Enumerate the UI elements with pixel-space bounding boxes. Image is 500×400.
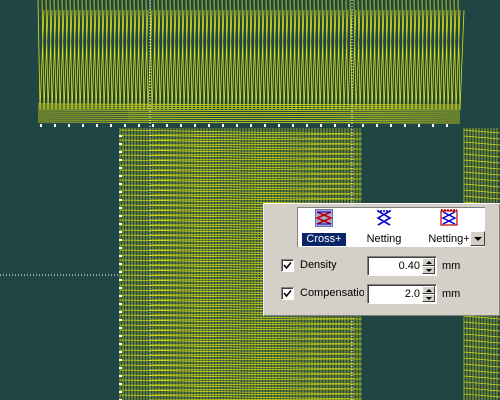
stitch-pattern <box>0 0 500 400</box>
stitch-node-mark <box>404 124 406 127</box>
stitch-node-mark <box>236 124 238 127</box>
stitch-node-mark <box>119 391 122 393</box>
stitch-type-gallery: Cross+ Netting Netting+ <box>297 207 485 247</box>
gallery-scroll-down-button[interactable] <box>470 231 485 246</box>
stitch-node-mark <box>119 207 122 209</box>
stitch-node-mark <box>152 124 154 127</box>
stitch-node-mark <box>208 124 210 127</box>
stitch-node-mark <box>334 124 336 127</box>
stitch-node-mark <box>292 124 294 127</box>
stitch-node-mark <box>119 167 122 169</box>
stitch-node-mark <box>68 124 70 127</box>
stitch-node-mark <box>119 191 122 193</box>
compensation-spinner <box>367 284 437 304</box>
stitch-node-mark <box>180 124 182 127</box>
stitch-node-mark <box>119 151 122 153</box>
stitch-node-mark <box>418 124 420 127</box>
stitch-node-mark <box>119 183 122 185</box>
stitch-node-mark <box>119 143 122 145</box>
stitch-node-mark <box>119 263 122 265</box>
compensation-input[interactable] <box>370 287 420 301</box>
stitch-node-mark <box>264 124 266 127</box>
stitch-node-mark <box>166 124 168 127</box>
stitch-type-label: Cross+ <box>302 233 346 246</box>
stitch-node-mark <box>194 124 196 127</box>
stitch-node-mark <box>119 223 122 225</box>
embroidery-canvas[interactable] <box>0 0 500 400</box>
stitch-node-mark <box>110 124 112 127</box>
stitch-node-mark <box>119 175 122 177</box>
density-label: Density <box>300 259 337 271</box>
stitch-node-mark <box>306 124 308 127</box>
compensation-label: Compensation <box>300 287 364 299</box>
stitch-node-mark <box>40 124 42 127</box>
compensation-decrement-button[interactable] <box>422 294 435 302</box>
stitch-node-mark <box>119 375 122 377</box>
netting-plus-stitch-icon <box>440 209 458 226</box>
stitch-node-mark <box>119 303 122 305</box>
cross-plus-stitch-icon <box>315 209 333 227</box>
stitch-node-mark <box>320 124 322 127</box>
stitch-node-mark <box>119 367 122 369</box>
compensation-increment-button[interactable] <box>422 286 435 294</box>
compensation-checkbox[interactable] <box>281 287 294 300</box>
density-decrement-button[interactable] <box>422 266 435 274</box>
stitch-node-mark <box>96 124 98 127</box>
stitch-node-mark <box>119 287 122 289</box>
stitch-node-mark <box>138 124 140 127</box>
density-increment-button[interactable] <box>422 258 435 266</box>
stitch-type-netting[interactable]: Netting <box>354 208 414 247</box>
stitch-node-mark <box>54 124 56 127</box>
stitch-block-top <box>37 0 465 124</box>
netting-stitch-icon <box>376 210 392 226</box>
stitch-node-mark <box>119 247 122 249</box>
check-icon <box>283 261 292 270</box>
stitch-node-mark <box>124 124 126 127</box>
stitch-node-mark <box>119 271 122 273</box>
stitch-node-mark <box>119 239 122 241</box>
stitch-node-mark <box>119 311 122 313</box>
stitch-node-mark <box>119 383 122 385</box>
stitch-node-mark <box>390 124 392 127</box>
density-checkbox[interactable] <box>281 259 294 272</box>
stitch-node-mark <box>119 295 122 297</box>
density-input[interactable] <box>370 259 420 273</box>
stitch-type-cross-plus[interactable]: Cross+ <box>302 208 346 247</box>
stitch-node-mark <box>119 319 122 321</box>
stitch-node-mark <box>119 199 122 201</box>
stitch-node-mark <box>119 255 122 257</box>
stitch-properties-panel: Cross+ Netting Netting+ Density 0.40 mm … <box>263 203 500 316</box>
check-icon <box>283 289 292 298</box>
stitch-node-mark <box>432 124 434 127</box>
stitch-type-label: Netting <box>366 233 402 245</box>
stitch-node-mark <box>348 124 350 127</box>
stitch-node-mark <box>250 124 252 127</box>
stitch-node-mark <box>446 124 448 127</box>
stitch-node-mark <box>119 135 122 137</box>
stitch-node-mark <box>119 359 122 361</box>
stitch-node-mark <box>119 159 122 161</box>
stitch-node-mark <box>119 231 122 233</box>
stitch-node-mark <box>362 124 364 127</box>
density-row: Density mm <box>279 255 499 276</box>
compensation-unit: mm <box>442 288 461 300</box>
stitch-node-mark <box>82 124 84 127</box>
density-unit: mm <box>442 260 461 272</box>
chevron-down-icon <box>473 236 482 241</box>
stitch-node-mark <box>222 124 224 127</box>
stitch-node-mark <box>119 327 122 329</box>
stitch-node-mark <box>119 215 122 217</box>
stitch-node-mark <box>119 335 122 337</box>
compensation-row: Compensation mm <box>279 283 499 304</box>
stitch-node-mark <box>376 124 378 127</box>
stitch-node-mark <box>278 124 280 127</box>
density-spinner <box>367 256 437 276</box>
stitch-node-mark <box>119 351 122 353</box>
stitch-node-mark <box>119 343 122 345</box>
stitch-node-mark <box>119 279 122 281</box>
